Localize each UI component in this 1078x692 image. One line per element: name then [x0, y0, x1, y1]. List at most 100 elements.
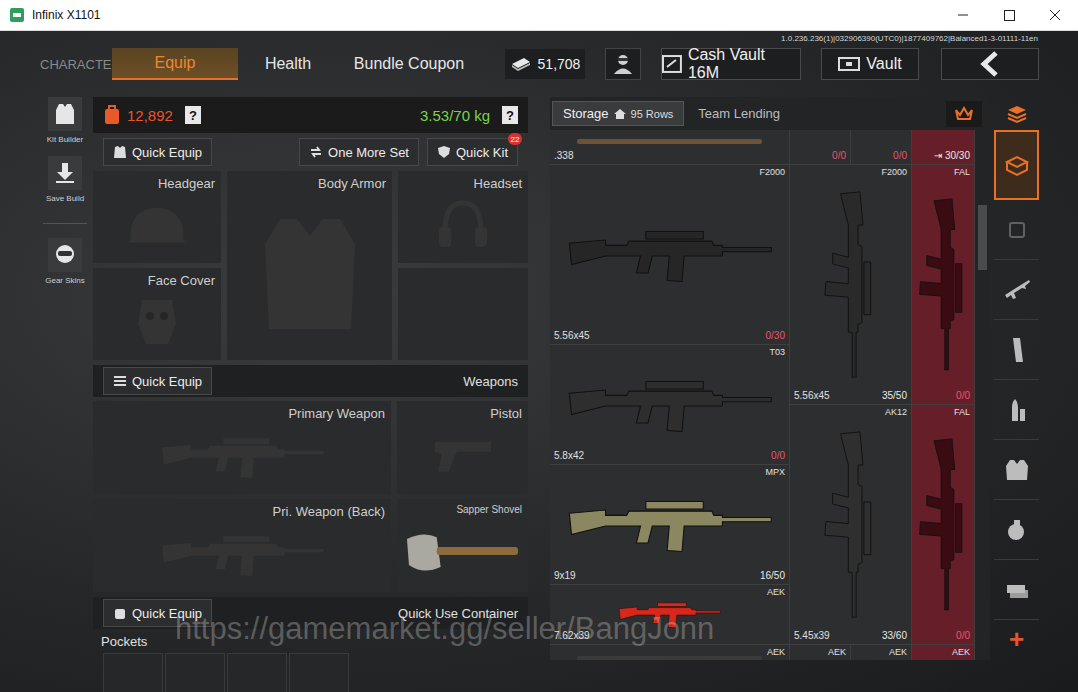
storage-tab[interactable]: Storage95 Rows: [552, 101, 684, 126]
item-info-row: 0/0: [794, 150, 846, 162]
item-cell: T035.8x420/0: [550, 345, 789, 464]
gear-slot[interactable]: Face Cover: [93, 268, 221, 360]
cash-icon: [510, 56, 532, 72]
profile-button[interactable]: [605, 48, 641, 80]
pocket-row: [93, 653, 528, 692]
storage-item[interactable]: 0/00/0: [790, 130, 911, 165]
weapon-slot[interactable]: Pri. Weapon (Back): [93, 499, 391, 592]
ammo-count: 35/50: [882, 390, 907, 402]
category-tab[interactable]: [994, 380, 1039, 440]
help-button[interactable]: ?: [185, 106, 201, 124]
pocket-slot[interactable]: [103, 653, 163, 692]
item-name: FAL: [954, 167, 970, 178]
sort-button[interactable]: [946, 101, 982, 127]
layers-button[interactable]: [1006, 97, 1028, 130]
side-tool[interactable]: Gear Skins: [45, 238, 85, 285]
gear-slot[interactable]: Headset: [398, 171, 528, 263]
storage-item[interactable]: .338: [550, 130, 789, 165]
gear-slot[interactable]: Body Armor: [227, 171, 392, 360]
category-tab[interactable]: [994, 260, 1039, 320]
item-name-row: F2000: [794, 167, 907, 178]
section-title: Weapons: [463, 374, 518, 389]
nav-tab[interactable]: Bundle Coupon: [338, 48, 480, 80]
nav-tab[interactable]: Health: [238, 48, 338, 80]
nav-button[interactable]: Cash Vault 16M: [661, 48, 801, 80]
storage-header: Storage95 RowsTeam Lending: [550, 97, 990, 130]
close-icon[interactable]: [1032, 0, 1078, 30]
category-tab[interactable]: [994, 500, 1039, 560]
scrollbar[interactable]: [975, 130, 990, 660]
slot-label: Body Armor: [233, 176, 386, 191]
category-tab[interactable]: [994, 200, 1039, 260]
gear-button-label: Quick Equip: [132, 145, 202, 160]
item-cell: ⇥30/30: [912, 130, 974, 164]
pocket-slot[interactable]: [165, 653, 225, 692]
gear-button[interactable]: Quick Equip: [103, 138, 212, 166]
gear-button[interactable]: Quick Kit22: [427, 138, 518, 166]
maximize-icon[interactable]: [986, 0, 1032, 30]
weapon-slot[interactable]: Pistol: [397, 401, 528, 494]
minimize-icon[interactable]: [940, 0, 986, 30]
weapon-slot[interactable]: Sapper Shovel: [397, 499, 528, 592]
item-art: [554, 598, 785, 630]
storage-item[interactable]: MPX9x1916/50: [550, 465, 789, 585]
gear-button[interactable]: One More Set: [299, 138, 419, 166]
gun-icon: [563, 492, 776, 556]
slot-label: Headset: [404, 176, 522, 191]
storage-item[interactable]: AEK: [912, 645, 974, 660]
rifle-icon: [157, 430, 327, 482]
storage-item[interactable]: AEK7.62x39: [550, 585, 789, 645]
ammo-count: ⇥30/30: [934, 150, 970, 162]
headset-icon: [435, 197, 491, 253]
back-button[interactable]: [941, 48, 1039, 80]
side-tool[interactable]: Save Build: [46, 156, 84, 203]
storage-item[interactable]: AK125.45x3933/60: [790, 405, 911, 645]
crown-icon: [954, 106, 974, 122]
item-name: AEK: [828, 647, 846, 658]
storage-item[interactable]: F2000 5.56x45 35/50: [790, 165, 911, 405]
side-tool[interactable]: Kit Builder: [47, 97, 83, 144]
category-tab[interactable]: [994, 130, 1039, 200]
item-name: AEK: [767, 647, 785, 658]
slot-art: [99, 191, 215, 259]
category-tab[interactable]: [994, 560, 1039, 620]
equip-panel: 12,892?3.53/70 kg? Quick Equip One More Se…: [93, 97, 528, 692]
item-cell: AEK: [912, 645, 974, 660]
storage-item[interactable]: AEK: [550, 645, 789, 660]
gear-slot[interactable]: Headgear: [93, 171, 221, 263]
game-screen: 1.0.236.236(1)|032906390(UTC0)|187740976…: [0, 31, 1078, 692]
main-area: Kit BuilderSave BuildGear Skins12,892?3.…: [0, 97, 1078, 692]
vault-cash-icon: [662, 55, 682, 73]
storage-item[interactable]: AEKAEK: [790, 645, 911, 660]
equip-value: 12,892: [127, 107, 173, 124]
pocket-slot[interactable]: [227, 653, 287, 692]
quick-equip-button[interactable]: Quick Equip: [103, 367, 212, 395]
equip-header: 12,892?3.53/70 kg?: [93, 97, 528, 133]
item-name: F2000: [759, 167, 785, 178]
nav-tab[interactable]: Equip: [112, 48, 238, 80]
storage-rows: 95 Rows: [631, 108, 674, 120]
quick-equip-button[interactable]: Quick Equip: [103, 599, 212, 627]
nav-button[interactable]: Vault: [821, 48, 919, 80]
ammo-type: 9x19: [554, 570, 576, 582]
storage-item[interactable]: F20005.56x450/30: [550, 165, 789, 345]
storage-item[interactable]: FAL0/0: [912, 405, 974, 645]
weapons-bar: Quick Equip Weapons: [93, 365, 528, 397]
item-part: [577, 656, 762, 661]
ammo-count: 0/0: [832, 150, 846, 162]
storage-item[interactable]: ⇥30/30: [912, 130, 974, 165]
scroll-thumb[interactable]: [978, 205, 987, 270]
weapon-slot[interactable]: Primary Weapon: [93, 401, 391, 494]
nav-button-label: Cash Vault 16M: [688, 46, 800, 82]
back-arrow-icon: [978, 51, 1002, 77]
storage-item[interactable]: FAL0/0: [912, 165, 974, 405]
storage-tab[interactable]: Team Lending: [688, 102, 790, 125]
add-category-button[interactable]: +: [1009, 624, 1024, 654]
pocket-slot[interactable]: [289, 653, 349, 692]
category-tab[interactable]: [994, 320, 1039, 380]
storage-item[interactable]: T035.8x420/0: [550, 345, 789, 465]
ammo-type: 5.56x45: [794, 390, 830, 402]
slot-art: [99, 421, 385, 490]
category-tab[interactable]: [994, 440, 1039, 500]
help-button[interactable]: ?: [502, 106, 518, 124]
